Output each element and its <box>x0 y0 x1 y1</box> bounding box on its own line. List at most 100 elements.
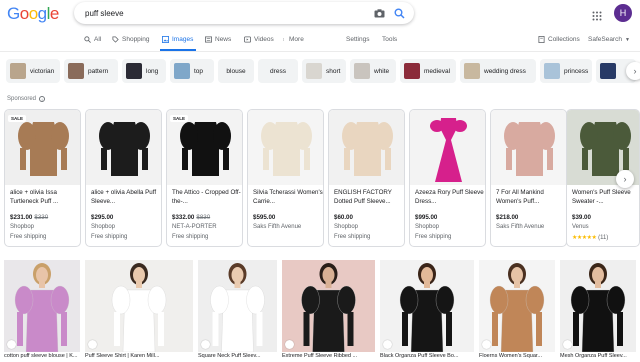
account-avatar[interactable]: H <box>614 4 632 22</box>
image-caption[interactable]: Square Neck Puff Sleev... <box>198 353 277 359</box>
product-card[interactable]: alice + olivia Abella Puff Sleeve... $295… <box>85 109 162 247</box>
original-price: $330 <box>34 214 49 221</box>
image-result[interactable]: Floerns Women's Squar... <box>479 260 555 362</box>
tab-videos[interactable]: Videos <box>244 36 274 43</box>
chip-thumbnail <box>464 63 480 79</box>
image-caption[interactable]: Extreme Puff Sleeve Ribbed ... <box>282 353 375 359</box>
collections-link[interactable]: Collections <box>538 36 580 43</box>
image-result[interactable]: Square Neck Puff Sleev... <box>198 260 277 362</box>
safesearch-dropdown[interactable]: SafeSearch ▼ <box>588 36 630 43</box>
chip-victorian[interactable]: victorian <box>6 59 60 83</box>
google-logo[interactable]: Google <box>7 4 59 24</box>
image-caption[interactable]: Puff Sleeve Shirt | Karen Mill... <box>85 353 193 359</box>
product-card[interactable]: Silvia Tcherassi Women's Carrie... $595.0… <box>247 109 324 247</box>
chip-label: victorian <box>30 67 55 75</box>
search-icon[interactable] <box>393 7 405 19</box>
current-price: $218.00 <box>496 214 519 221</box>
chip-blouse[interactable]: blouse <box>218 59 254 83</box>
result-thumbnail[interactable] <box>560 260 636 352</box>
camera-icon[interactable] <box>373 8 385 18</box>
product-card[interactable]: 7 For All Mankind Women's Puff... $218.00… <box>490 109 567 247</box>
store-name: Shopbop <box>10 224 35 230</box>
tab-more[interactable]: More <box>283 36 304 43</box>
image-result[interactable]: Extreme Puff Sleeve Ribbed ... <box>282 260 375 362</box>
product-image[interactable] <box>491 110 566 185</box>
chip-dress[interactable]: dress <box>258 59 298 83</box>
chip-thumbnail <box>68 63 84 79</box>
product-image[interactable] <box>329 110 404 185</box>
tab-label: More <box>289 36 304 43</box>
tab-all[interactable]: All <box>84 36 101 43</box>
chip-short[interactable]: short <box>302 59 346 83</box>
chip-wedding-dress[interactable]: wedding dress <box>460 59 536 83</box>
chip-medieval[interactable]: medieval <box>400 59 456 83</box>
product-title[interactable]: Silvia Tcherassi Women's Carrie... <box>253 188 323 206</box>
product-card[interactable]: ENGLISH FACTORY Dotted Puff Sleeve... $60… <box>328 109 405 247</box>
chip-pattern[interactable]: pattern <box>64 59 118 83</box>
image-result[interactable]: Black Organza Puff Sleeve Bo... <box>380 260 474 362</box>
image-caption[interactable]: Floerns Women's Squar... <box>479 353 555 359</box>
caret-down-icon: ▼ <box>624 36 630 43</box>
product-image[interactable]: SALE <box>167 110 242 185</box>
tab-news[interactable]: News <box>205 36 231 43</box>
product-title[interactable]: The Attico - Cropped Off-the-... <box>172 188 242 206</box>
sale-badge: SALE <box>8 115 27 122</box>
store-name: Shopbop <box>91 224 116 230</box>
image-result[interactable]: Mesh Organza Puff Sleev... <box>560 260 636 362</box>
product-title[interactable]: alice + olivia Issa Turtleneck Puff ... <box>10 188 80 206</box>
image-caption[interactable]: cotton puff sleeve blouse | K... <box>4 353 80 359</box>
search-input[interactable]: puff sleeve <box>85 9 373 18</box>
store-name: Saks Fifth Avenue <box>496 224 545 230</box>
result-thumbnail[interactable] <box>479 260 555 352</box>
divider <box>0 51 640 52</box>
info-icon[interactable]: i <box>39 96 46 102</box>
image-caption[interactable]: Mesh Organza Puff Sleev... <box>560 353 636 359</box>
product-price: $595.00 <box>253 214 275 221</box>
product-card[interactable]: SALE alice + olivia Issa Turtleneck Puff … <box>4 109 81 247</box>
product-title[interactable]: Women's Puff Sleeve Sweater -... <box>572 188 639 206</box>
product-rating: ★★★★★ (11) <box>572 234 608 241</box>
chip-princess[interactable]: princess <box>540 59 592 83</box>
settings-link[interactable]: Settings <box>346 36 370 43</box>
chip-white[interactable]: white <box>350 59 396 83</box>
logo-letter: o <box>19 4 29 23</box>
result-thumbnail[interactable] <box>282 260 375 352</box>
chip-top[interactable]: top <box>170 59 214 83</box>
product-image[interactable] <box>410 110 485 185</box>
sale-badge: SALE <box>170 115 189 122</box>
search-box[interactable]: puff sleeve <box>74 2 414 24</box>
current-price: $39.00 <box>572 214 591 221</box>
product-card[interactable]: SALE The Attico - Cropped Off-the-... $332… <box>166 109 243 247</box>
result-thumbnail[interactable] <box>198 260 277 352</box>
logo-letter: e <box>49 4 59 23</box>
tools-link[interactable]: Tools <box>382 36 397 43</box>
product-tag-icon <box>563 340 572 349</box>
apps-grid-icon[interactable] <box>592 8 602 21</box>
image-result[interactable]: cotton puff sleeve blouse | K... <box>4 260 80 362</box>
product-card[interactable]: Azeeza Rory Puff Sleeve Dress... $995.00 S… <box>409 109 486 247</box>
product-title[interactable]: ENGLISH FACTORY Dotted Puff Sleeve... <box>334 188 404 206</box>
image-caption[interactable]: Black Organza Puff Sleeve Bo... <box>380 353 474 359</box>
tab-shopping[interactable]: Shopping <box>112 36 149 43</box>
product-image[interactable] <box>86 110 161 185</box>
chip-long[interactable]: long <box>122 59 166 83</box>
product-tag-icon <box>482 340 491 349</box>
carousel-next-arrow-icon[interactable]: › <box>616 170 634 188</box>
image-result[interactable]: Puff Sleeve Shirt | Karen Mill... <box>85 260 193 362</box>
result-thumbnail[interactable] <box>85 260 193 352</box>
result-thumbnail[interactable] <box>4 260 80 352</box>
chip-label: wedding dress <box>484 67 526 75</box>
chips-next-arrow-icon[interactable]: › <box>626 62 640 80</box>
shipping-info: Free shipping <box>334 234 371 240</box>
product-image[interactable]: SALE <box>5 110 80 185</box>
product-title[interactable]: 7 For All Mankind Women's Puff... <box>496 188 566 206</box>
tab-images[interactable]: Images <box>162 36 193 43</box>
product-title[interactable]: Azeeza Rory Puff Sleeve Dress... <box>415 188 485 206</box>
current-price: $995.00 <box>415 214 438 221</box>
product-title[interactable]: alice + olivia Abella Puff Sleeve... <box>91 188 161 206</box>
product-image[interactable] <box>248 110 323 185</box>
sponsored-text: Sponsored <box>7 96 37 102</box>
current-price: $60.00 <box>334 214 353 221</box>
result-thumbnail[interactable] <box>380 260 474 352</box>
chip-label: princess <box>564 67 589 75</box>
